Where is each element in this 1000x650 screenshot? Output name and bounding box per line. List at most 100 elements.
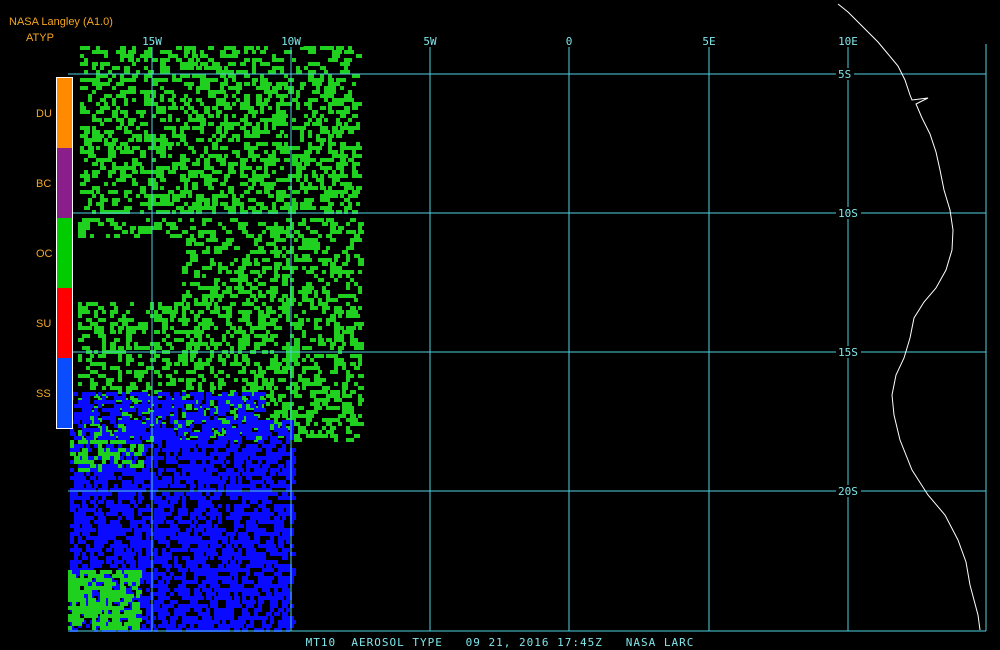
aerosol-pixel bbox=[278, 226, 284, 230]
aerosol-pixel bbox=[90, 436, 94, 440]
aerosol-pixel bbox=[198, 596, 204, 600]
aerosol-pixel bbox=[90, 508, 96, 512]
aerosol-pixel bbox=[238, 342, 242, 346]
aerosol-pixel bbox=[126, 480, 132, 484]
aerosol-pixel bbox=[322, 302, 328, 306]
aerosol-pixel bbox=[88, 590, 92, 594]
aerosol-pixel bbox=[182, 440, 186, 444]
aerosol-pixel bbox=[254, 396, 260, 400]
aerosol-pixel bbox=[240, 102, 244, 106]
aerosol-pixel bbox=[170, 318, 174, 322]
aerosol-pixel bbox=[108, 594, 112, 598]
aerosol-pixel bbox=[242, 318, 246, 322]
aerosol-pixel bbox=[188, 46, 192, 50]
aerosol-pixel bbox=[320, 114, 324, 118]
aerosol-pixel bbox=[150, 624, 156, 628]
aerosol-pixel bbox=[268, 94, 272, 98]
aerosol-pixel bbox=[126, 436, 130, 440]
aerosol-pixel bbox=[212, 198, 218, 202]
aerosol-pixel bbox=[234, 496, 238, 500]
aerosol-pixel bbox=[260, 50, 266, 54]
aerosol-pixel bbox=[322, 434, 328, 438]
aerosol-pixel bbox=[168, 90, 174, 94]
aerosol-pixel bbox=[100, 166, 106, 170]
aerosol-pixel bbox=[214, 302, 218, 306]
aerosol-pixel bbox=[254, 524, 258, 528]
aerosol-pixel bbox=[222, 540, 228, 544]
aerosol-pixel bbox=[110, 512, 114, 516]
aerosol-pixel bbox=[100, 594, 104, 598]
aerosol-pixel bbox=[344, 154, 348, 158]
aerosol-pixel bbox=[210, 468, 214, 472]
aerosol-pixel bbox=[246, 592, 250, 596]
aerosol-pixel bbox=[146, 346, 150, 350]
aerosol-pixel bbox=[80, 598, 86, 602]
aerosol-pixel bbox=[170, 428, 174, 432]
aerosol-pixel bbox=[194, 326, 200, 330]
aerosol-pixel bbox=[94, 326, 98, 330]
aerosol-pixel bbox=[234, 400, 238, 404]
aerosol-pixel bbox=[316, 86, 320, 90]
aerosol-pixel bbox=[252, 130, 256, 134]
aerosol-pixel bbox=[230, 238, 234, 242]
aerosol-pixel bbox=[280, 150, 284, 154]
aerosol-pixel bbox=[126, 452, 130, 456]
aerosol-pixel bbox=[224, 146, 228, 150]
aerosol-pixel bbox=[302, 330, 306, 334]
aerosol-pixel bbox=[194, 270, 200, 274]
aerosol-pixel bbox=[346, 430, 352, 434]
aerosol-pixel bbox=[122, 432, 126, 436]
aerosol-pixel bbox=[86, 346, 90, 350]
aerosol-pixel bbox=[252, 114, 256, 118]
aerosol-pixel bbox=[344, 122, 348, 126]
aerosol-pixel bbox=[154, 400, 158, 404]
aerosol-pixel bbox=[246, 524, 250, 528]
aerosol-pixel bbox=[242, 532, 248, 536]
aerosol-pixel bbox=[218, 358, 222, 362]
aerosol-pixel bbox=[264, 82, 268, 86]
aerosol-pixel bbox=[192, 46, 196, 50]
aerosol-pixel bbox=[350, 294, 356, 298]
aerosol-pixel bbox=[110, 326, 114, 330]
aerosol-pixel bbox=[110, 416, 116, 420]
aerosol-pixel bbox=[128, 198, 132, 202]
aerosol-pixel bbox=[202, 496, 206, 500]
aerosol-pixel bbox=[286, 266, 290, 270]
aerosol-pixel bbox=[148, 98, 154, 102]
aerosol-pixel bbox=[82, 456, 88, 460]
aerosol-pixel bbox=[82, 416, 86, 420]
aerosol-pixel bbox=[338, 326, 344, 330]
aerosol-pixel bbox=[206, 294, 210, 298]
aerosol-pixel bbox=[112, 66, 116, 70]
aerosol-pixel bbox=[286, 608, 290, 612]
aerosol-pixel bbox=[130, 452, 134, 456]
aerosol-pixel bbox=[162, 584, 168, 588]
aerosol-pixel bbox=[82, 556, 88, 560]
aerosol-pixel bbox=[92, 174, 98, 178]
aerosol-pixel bbox=[310, 270, 314, 274]
aerosol-pixel bbox=[130, 468, 136, 472]
aerosol-pixel bbox=[282, 588, 286, 592]
aerosol-pixel bbox=[258, 374, 264, 378]
aerosol-pixel bbox=[242, 596, 246, 600]
aerosol-pixel bbox=[320, 126, 324, 130]
aerosol-pixel bbox=[108, 602, 112, 606]
aerosol-pixel bbox=[134, 452, 138, 456]
aerosol-pixel bbox=[122, 564, 126, 568]
aerosol-pixel bbox=[218, 460, 224, 464]
aerosol-pixel bbox=[306, 378, 310, 382]
aerosol-pixel bbox=[140, 190, 146, 194]
aerosol-pixel bbox=[170, 444, 174, 448]
aerosol-pixel bbox=[130, 326, 134, 330]
aerosol-pixel bbox=[284, 50, 288, 54]
aerosol-pixel bbox=[258, 290, 262, 294]
aerosol-pixel bbox=[356, 154, 362, 158]
aerosol-pixel bbox=[302, 246, 306, 250]
aerosol-pixel bbox=[326, 422, 332, 426]
aerosol-pixel bbox=[320, 142, 324, 146]
aerosol-pixel bbox=[322, 258, 326, 262]
aerosol-pixel bbox=[166, 540, 170, 544]
aerosol-pixel bbox=[194, 512, 198, 516]
aerosol-pixel bbox=[210, 544, 214, 548]
aerosol-pixel bbox=[166, 230, 170, 234]
